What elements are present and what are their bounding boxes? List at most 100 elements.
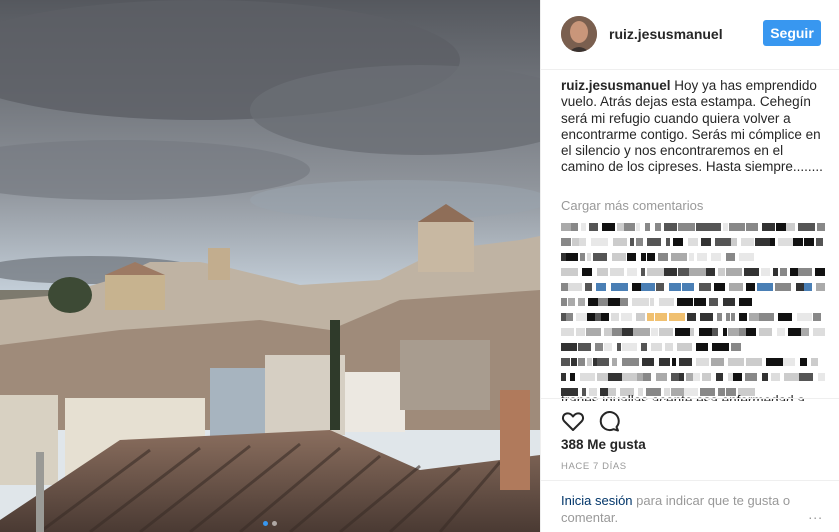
blurred-text-block [655,313,667,321]
blurred-text-block [578,358,585,366]
blurred-text-block [741,238,754,246]
follow-button[interactable]: Seguir [763,20,821,46]
blurred-text-block [636,238,643,246]
blurred-text-block [701,238,711,246]
blurred-text-block [804,238,814,246]
blurred-text-block [561,238,571,246]
blurred-text-block [697,253,707,261]
blurred-text-block [561,343,577,351]
blurred-text-block [694,298,706,306]
blurred-text-block [678,268,689,276]
blurred-text-block [602,223,615,231]
blurred-text-block [729,283,743,291]
blurred-text-block [620,298,628,306]
login-link[interactable]: Inicia sesión [561,493,633,508]
blurred-text-block [784,373,799,381]
blurred-text-block [651,328,658,336]
post-photo[interactable] [0,0,540,532]
blurred-text-block [665,343,673,351]
blurred-text-block [604,328,612,336]
blurred-text-block [718,268,725,276]
blurred-text-block [690,328,694,336]
blurred-text-block [585,283,592,291]
like-count[interactable]: 388 Me gusta [561,437,646,452]
blurred-text-block [696,343,708,351]
carousel-dot[interactable] [272,521,277,526]
blurred-text-block [570,373,575,381]
blurred-text-block [816,283,825,291]
blurred-text-block [664,223,677,231]
comment-icon[interactable] [597,409,621,433]
blurred-text-block [746,328,756,336]
blurred-text-block [627,253,636,261]
blurred-text-block [815,268,825,276]
blurred-text-block [797,313,812,321]
blurred-text-block [726,313,730,321]
blurred-text-block [682,283,694,291]
blurred-text-block [771,373,780,381]
rooftops-photo [0,0,540,532]
blurred-text-block [793,238,803,246]
blurred-text-block [744,268,759,276]
blurred-text-block [728,328,739,336]
blurred-text-block [578,343,591,351]
blurred-text-block [622,343,637,351]
blurred-text-block [636,223,640,231]
blurred-text-block [766,358,783,366]
blurred-text-block [576,313,587,321]
blurred-text-block [717,313,722,321]
avatar[interactable] [561,16,597,52]
blurred-text-block [568,298,575,306]
blurred-text-block [761,268,770,276]
blurred-text-block [587,358,592,366]
blurred-text-block [641,283,655,291]
blurred-text-block [617,223,624,231]
blurred-text-block [561,223,571,231]
blurred-text-block [745,373,757,381]
blurred-text-block [572,238,579,246]
blurred-text-block [633,328,650,336]
blurred-text-block [770,238,775,246]
blurred-text-block [816,238,823,246]
carousel-dots [0,521,540,526]
blurred-text-block [643,373,651,381]
blurred-text-block [642,358,654,366]
blurred-text-block [678,223,695,231]
caption-username[interactable]: ruiz.jesusmanuel [561,78,671,93]
blurred-text-block [687,313,696,321]
blurred-text-block [739,313,747,321]
carousel-dot-active[interactable] [263,521,268,526]
blurred-text-block [587,313,595,321]
post-actions: 388 Me gusta HACE 7 DÍAS [541,398,839,479]
blurred-text-block [610,268,624,276]
blurred-text-block [712,328,718,336]
blurred-text-block [608,373,622,381]
blurred-text-block [723,223,728,231]
blurred-text-block [647,238,661,246]
blurred-text-block [647,253,655,261]
blurred-text-block [728,358,744,366]
more-options-icon[interactable]: ... [808,506,823,522]
blurred-text-block [561,328,574,336]
blurred-text-block [641,343,647,351]
blurred-text-block [568,283,582,291]
blurred-text-block [696,223,707,231]
blurred-text-block [757,283,773,291]
load-more-comments[interactable]: Cargar más comentarios [561,198,703,213]
blurred-text-block [804,283,812,291]
instagram-post: ruiz.jesusmanuel Seguir ruiz.jesusmanuel… [0,0,839,532]
blurred-text-block [673,238,683,246]
heart-icon[interactable] [561,409,585,433]
post-timestamp[interactable]: HACE 7 DÍAS [561,461,627,472]
blurred-text-block [621,313,632,321]
blurred-text-block [796,283,804,291]
author-username[interactable]: ruiz.jesusmanuel [609,26,723,42]
blurred-text-block [746,358,762,366]
blurred-text-block [712,343,729,351]
blurred-text-block [597,358,609,366]
post-sidebar: ruiz.jesusmanuel Seguir ruiz.jesusmanuel… [540,0,839,532]
blurred-text-block [739,253,754,261]
blurred-text-block [622,358,639,366]
blurred-text-block [641,253,646,261]
blurred-text-block [689,268,706,276]
